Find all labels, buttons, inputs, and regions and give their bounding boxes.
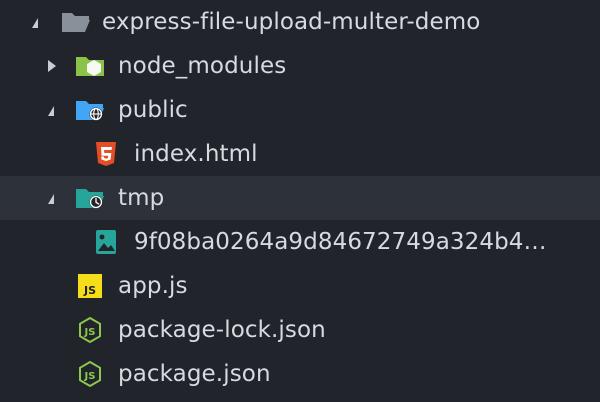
tree-item-node-modules[interactable]: node_modules (0, 44, 600, 88)
tree-item-package-json[interactable]: JS package.json (0, 352, 600, 396)
nodejs-icon: JS (74, 314, 106, 346)
expanded-arrow-icon[interactable] (48, 106, 54, 116)
tree-item-label: package.json (118, 361, 271, 387)
folder-temp-icon (74, 182, 106, 214)
folder-node-icon (74, 50, 106, 82)
tree-item-label: app.js (118, 273, 188, 299)
tree-root-folder[interactable]: express-file-upload-multer-demo (0, 0, 600, 44)
tree-item-label: 9f08ba0264a9d84672749a324b4… (134, 229, 547, 255)
tree-item-label: node_modules (118, 53, 287, 79)
tree-item-label: public (118, 97, 188, 123)
html5-icon (90, 138, 122, 170)
file-explorer: express-file-upload-multer-demo node_mod… (0, 0, 600, 402)
tree-item-index-html[interactable]: index.html (0, 132, 600, 176)
tree-item-image-file[interactable]: 9f08ba0264a9d84672749a324b4… (0, 220, 600, 264)
tree-item-public[interactable]: public (0, 88, 600, 132)
tree-item-label: tmp (118, 185, 165, 211)
tree-item-label: package-lock.json (118, 317, 326, 343)
collapsed-arrow-icon[interactable] (48, 60, 56, 72)
svg-text:JS: JS (83, 284, 96, 297)
image-file-icon (90, 226, 122, 258)
folder-public-icon (74, 94, 106, 126)
tree-item-tmp[interactable]: tmp (0, 176, 600, 220)
tree-item-package-lock-json[interactable]: JS package-lock.json (0, 308, 600, 352)
tree-item-app-js[interactable]: JS app.js (0, 264, 600, 308)
js-icon: JS (74, 270, 106, 302)
nodejs-icon: JS (74, 358, 106, 390)
tree-item-label: index.html (134, 141, 258, 167)
folder-open-icon (60, 6, 92, 38)
expanded-arrow-icon[interactable] (48, 194, 54, 204)
svg-text:JS: JS (84, 371, 96, 382)
svg-text:JS: JS (84, 327, 96, 338)
expanded-arrow-icon[interactable] (32, 18, 38, 28)
root-folder-label: express-file-upload-multer-demo (102, 9, 481, 35)
